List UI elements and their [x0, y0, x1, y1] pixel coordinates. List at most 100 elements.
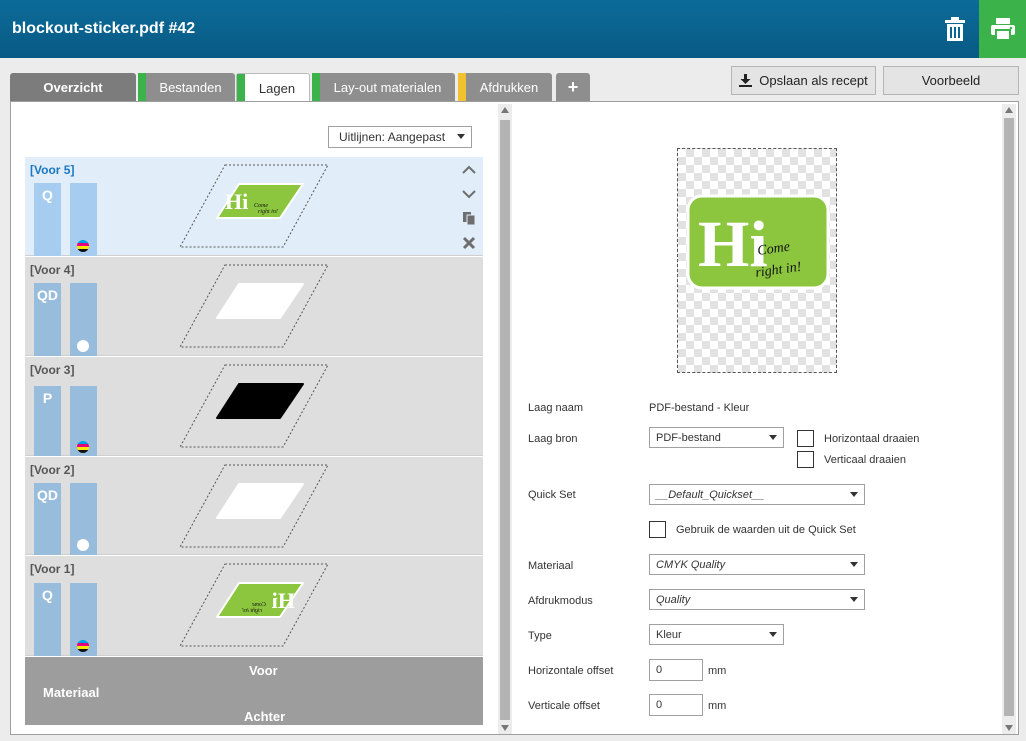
trash-icon [945, 17, 965, 41]
preview-button[interactable]: Voorbeeld [883, 66, 1019, 95]
material-label: Materiaal [528, 560, 574, 572]
layer-mode-badge: Q [34, 583, 61, 656]
dropdown-caret-icon [850, 562, 858, 567]
type-select[interactable]: Kleur [649, 624, 784, 645]
v-offset-label: Verticale offset [528, 700, 600, 712]
dropdown-caret-icon [769, 435, 777, 440]
window-title: blockout-sticker.pdf #42 [12, 20, 196, 37]
tab-add[interactable]: + [556, 73, 590, 102]
properties-scrollbar[interactable] [1002, 104, 1016, 734]
h-offset-label: Horizontale offset [528, 665, 614, 677]
copy-icon[interactable] [461, 210, 477, 226]
layer-label: [Voor 3] [30, 363, 75, 377]
layer-thumbnail [179, 464, 329, 548]
tab-label: Lay-out materialen [333, 80, 442, 95]
layer-name-label: Laag naam [528, 402, 584, 414]
h-offset-value: 0 [656, 664, 663, 676]
layer-label: [Voor 2] [30, 463, 75, 477]
print-button[interactable] [979, 0, 1026, 58]
layer-mode: P [42, 390, 53, 406]
layer-source-select[interactable]: PDF-bestand [649, 427, 784, 448]
scroll-up-icon[interactable] [501, 107, 509, 113]
use-quickset-checkbox[interactable] [649, 521, 666, 538]
logo-subtext: right in! [258, 209, 278, 215]
white-ink-icon [77, 539, 89, 551]
cmyk-ink-icon [77, 441, 89, 453]
layers-scrollbar[interactable] [498, 104, 512, 734]
layer-ink-bar [70, 283, 97, 356]
layer-row[interactable]: [Voor 2] QD [25, 457, 483, 555]
flip-vertical-label: Verticaal draaien [824, 454, 906, 466]
layer-row[interactable]: [Voor 5] Q Hi Come right in! [25, 157, 483, 256]
dropdown-caret-icon [850, 597, 858, 602]
tab-afdrukken[interactable]: Afdrukken [458, 73, 552, 102]
scroll-down-icon[interactable] [501, 725, 509, 731]
scroll-thumb[interactable] [1004, 118, 1014, 716]
tab-layout-materialen[interactable]: Lay-out materialen [312, 73, 455, 102]
layer-mode-badge: QD [34, 283, 61, 356]
quickset-value: __Default_Quickset__ [656, 488, 765, 501]
use-quickset-label: Gebruik de waarden uit de Quick Set [676, 524, 856, 536]
move-up-icon[interactable] [461, 162, 477, 178]
layer-mode: QD [37, 287, 58, 303]
layer-thumbnail [179, 264, 329, 348]
move-down-icon[interactable] [461, 186, 477, 202]
layer-row[interactable]: [Voor 1] Q Hi Come right in! [25, 556, 483, 656]
h-offset-input[interactable]: 0 [649, 659, 703, 681]
layer-label: [Voor 1] [30, 562, 75, 576]
dropdown-caret-icon [850, 492, 858, 497]
layer-ink-bar [70, 386, 97, 456]
delete-layer-icon[interactable] [461, 235, 477, 251]
logo-subtext: right in! [242, 608, 262, 614]
tab-label: Overzicht [43, 80, 103, 95]
layer-mode-badge: P [34, 386, 61, 456]
tab-bestanden[interactable]: Bestanden [138, 73, 235, 102]
scroll-down-icon[interactable] [1005, 725, 1013, 731]
tab-label: Lagen [258, 81, 296, 96]
layer-row[interactable]: [Voor 4] QD [25, 257, 483, 356]
layer-thumbnail [179, 364, 329, 448]
flip-horizontal-checkbox[interactable] [797, 430, 814, 447]
layer-ink-bar [70, 483, 97, 555]
scroll-thumb[interactable] [500, 120, 510, 720]
delete-button[interactable] [932, 0, 978, 58]
cmyk-ink-icon [77, 240, 89, 252]
layer-thumbnail: Hi Come right in! [179, 164, 329, 248]
layer-source-label: Laag bron [528, 433, 578, 445]
layer-source-value: PDF-bestand [656, 431, 721, 444]
layer-ink-bar [70, 583, 97, 656]
tab-label: Bestanden [159, 80, 222, 95]
material-bar: Voor Materiaal Achter [25, 657, 483, 725]
scroll-up-icon[interactable] [1005, 107, 1013, 113]
preview-label: Voorbeeld [921, 73, 981, 88]
layer-mode-badge: Q [34, 183, 61, 256]
logo-text: Hi [225, 189, 248, 214]
type-value: Kleur [656, 628, 682, 641]
flip-vertical-checkbox[interactable] [797, 451, 814, 468]
material-label: Materiaal [43, 685, 100, 700]
white-ink-icon [77, 340, 89, 352]
status-strip [237, 74, 245, 103]
quickset-select[interactable]: __Default_Quickset__ [649, 484, 865, 505]
plus-icon: + [567, 77, 579, 97]
dropdown-caret-icon [769, 632, 777, 637]
material-select[interactable]: CMYK Quality [649, 554, 865, 575]
tab-lagen[interactable]: Lagen [236, 73, 310, 103]
material-value: CMYK Quality [656, 558, 726, 571]
print-mode-label: Afdrukmodus [528, 595, 593, 607]
layer-name-value: PDF-bestand - Kleur [649, 402, 750, 414]
print-mode-value: Quality [656, 593, 691, 606]
logo-preview: Hi Come right in! [686, 194, 830, 290]
printer-icon [990, 18, 1015, 41]
print-mode-select[interactable]: Quality [649, 589, 865, 610]
save-recipe-button[interactable]: Opslaan als recept [731, 66, 876, 95]
align-select-value: Uitlijnen: Aangepast [339, 130, 446, 144]
layer-label: [Voor 5] [30, 163, 75, 177]
tab-label: Afdrukken [479, 80, 539, 95]
quickset-label: Quick Set [528, 489, 576, 501]
tab-overzicht[interactable]: Overzicht [10, 73, 136, 102]
v-offset-input[interactable]: 0 [649, 694, 703, 716]
align-select[interactable]: Uitlijnen: Aangepast [328, 126, 472, 148]
status-strip [312, 73, 320, 102]
layer-row[interactable]: [Voor 3] P [25, 357, 483, 456]
